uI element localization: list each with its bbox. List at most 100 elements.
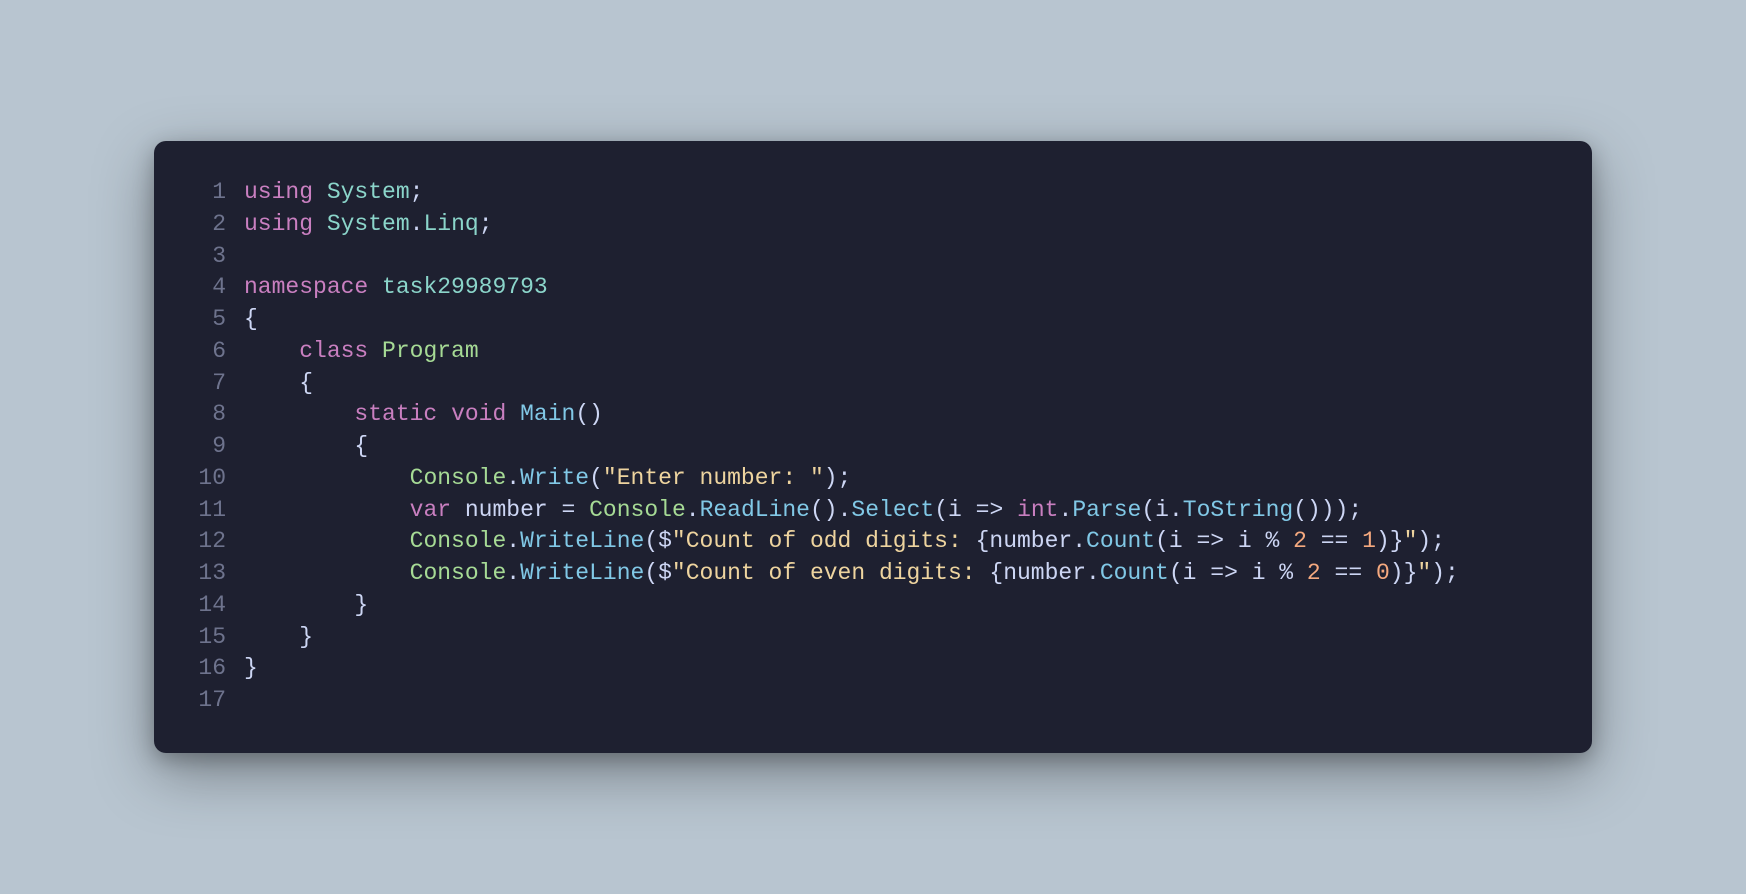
- token: Count: [1086, 528, 1155, 554]
- token: {: [989, 560, 1003, 586]
- line-number: 6: [154, 336, 244, 368]
- token: .: [506, 528, 520, 554]
- code-line: 2using System.Linq;: [154, 209, 1564, 241]
- token: WriteLine: [520, 560, 644, 586]
- code-line: 10 Console.Write("Enter number: ");: [154, 463, 1564, 495]
- line-content: namespace task29989793: [244, 272, 1564, 304]
- token: {: [244, 370, 313, 396]
- line-content: {: [244, 304, 1564, 336]
- token: i: [1169, 528, 1183, 554]
- token: ReadLine: [700, 497, 810, 523]
- token: ": [1404, 528, 1418, 554]
- line-number: 17: [154, 685, 244, 717]
- line-content: Console.WriteLine($"Count of odd digits:…: [244, 526, 1564, 558]
- token: "Count of odd digits:: [672, 528, 976, 554]
- token: [244, 465, 410, 491]
- token: class: [299, 338, 368, 364]
- token: 0: [1376, 560, 1390, 586]
- line-content: {: [244, 431, 1564, 463]
- token: (): [575, 401, 603, 427]
- token: System: [327, 211, 410, 237]
- code-line: 17: [154, 685, 1564, 717]
- token: );: [1431, 560, 1459, 586]
- line-content: using System;: [244, 177, 1564, 209]
- token: number: [989, 528, 1072, 554]
- token: .: [686, 497, 700, 523]
- line-number: 13: [154, 558, 244, 590]
- token: ;: [479, 211, 493, 237]
- code-line: 5{: [154, 304, 1564, 336]
- token: ($: [644, 528, 672, 554]
- token: "Count of even digits:: [672, 560, 989, 586]
- token: [368, 338, 382, 364]
- line-number: 4: [154, 272, 244, 304]
- token: [244, 338, 299, 364]
- token: i: [1183, 560, 1197, 586]
- token: i: [1252, 560, 1266, 586]
- line-number: 5: [154, 304, 244, 336]
- token: namespace: [244, 274, 368, 300]
- code-line: 14 }: [154, 590, 1564, 622]
- token: {: [244, 433, 368, 459]
- line-number: 3: [154, 241, 244, 273]
- token: 2: [1307, 560, 1321, 586]
- token: ;: [410, 179, 424, 205]
- line-number: 12: [154, 526, 244, 558]
- line-number: 9: [154, 431, 244, 463]
- token: Console: [410, 560, 507, 586]
- token: [451, 497, 465, 523]
- token: }: [244, 592, 368, 618]
- token: static: [354, 401, 437, 427]
- token: i: [1155, 497, 1169, 523]
- token: Main: [520, 401, 575, 427]
- token: );: [1417, 528, 1445, 554]
- line-content: {: [244, 368, 1564, 400]
- code-line: 1using System;: [154, 177, 1564, 209]
- token: ==: [1321, 560, 1376, 586]
- code-line: 4namespace task29989793: [154, 272, 1564, 304]
- token: Console: [410, 465, 507, 491]
- token: number: [1003, 560, 1086, 586]
- code-line: 7 {: [154, 368, 1564, 400]
- token: .: [410, 211, 424, 237]
- token: )}: [1376, 528, 1404, 554]
- token: ==: [1307, 528, 1362, 554]
- line-content: using System.Linq;: [244, 209, 1564, 241]
- token: [244, 528, 410, 554]
- line-content: static void Main(): [244, 399, 1564, 431]
- token: [313, 211, 327, 237]
- token: ": [1417, 560, 1431, 586]
- token: void: [451, 401, 506, 427]
- token: System: [327, 179, 410, 205]
- code-panel: 1using System;2using System.Linq;3 4name…: [154, 141, 1592, 752]
- token: {: [244, 306, 258, 332]
- line-number: 1: [154, 177, 244, 209]
- token: Linq: [423, 211, 478, 237]
- token: Program: [382, 338, 479, 364]
- token: .: [506, 560, 520, 586]
- code-line: 9 {: [154, 431, 1564, 463]
- line-content: }: [244, 653, 1564, 685]
- line-number: 7: [154, 368, 244, 400]
- code-line: 6 class Program: [154, 336, 1564, 368]
- code-line: 8 static void Main(): [154, 399, 1564, 431]
- token: "Enter number: ": [603, 465, 824, 491]
- token: [368, 274, 382, 300]
- token: .: [506, 465, 520, 491]
- line-content: }: [244, 622, 1564, 654]
- token: using: [244, 211, 313, 237]
- token: [244, 560, 410, 586]
- token: i: [948, 497, 962, 523]
- token: Console: [589, 497, 686, 523]
- token: ($: [644, 560, 672, 586]
- line-number: 16: [154, 653, 244, 685]
- token: using: [244, 179, 313, 205]
- token: (: [1141, 497, 1155, 523]
- code-line: 13 Console.WriteLine($"Count of even dig…: [154, 558, 1564, 590]
- token: ().: [810, 497, 851, 523]
- token: [313, 179, 327, 205]
- code-line: 15 }: [154, 622, 1564, 654]
- token: Select: [851, 497, 934, 523]
- token: .: [1072, 528, 1086, 554]
- line-content: Console.Write("Enter number: ");: [244, 463, 1564, 495]
